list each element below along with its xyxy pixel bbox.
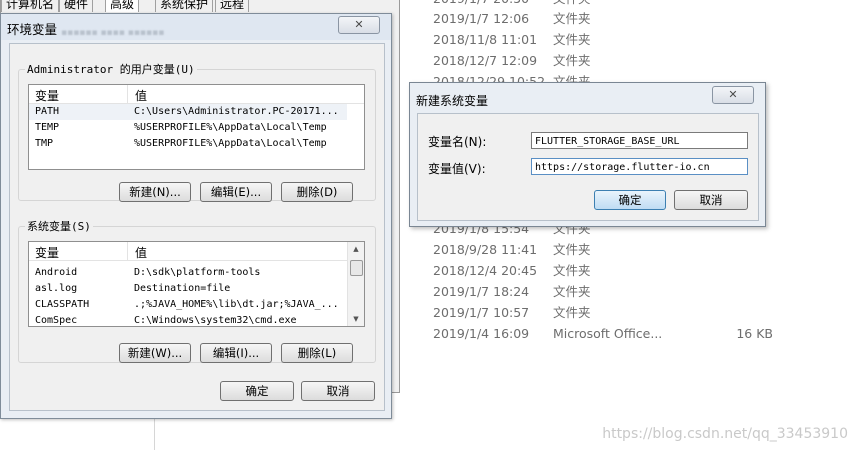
list-item[interactable]: asl.log Destination=file [29, 281, 347, 297]
blurred-title-hint: ▪▪▪▪▪▪ ▪▪▪▪ ▪▪▪▪▪▪ [61, 28, 165, 38]
new-var-titlebar[interactable]: 新建系统变量 ✕ [410, 83, 765, 113]
file-date: 2018/12/7 12:09 [433, 53, 538, 68]
variable-name: asl.log [35, 283, 78, 294]
close-icon: ✕ [354, 18, 364, 31]
file-date: 2019/1/7 18:24 [433, 284, 530, 299]
window-edge-line [154, 416, 155, 450]
column-header-variable[interactable]: 变量 [35, 87, 59, 104]
new-var-close-button[interactable]: ✕ [712, 86, 754, 104]
list-item[interactable]: TEMP %USERPROFILE%\AppData\Local\Temp [29, 120, 347, 136]
variable-name: TEMP [35, 122, 60, 133]
variable-value: Destination=file [134, 283, 231, 294]
file-date: 2018/9/28 11:41 [433, 242, 538, 257]
close-icon: ✕ [728, 88, 738, 101]
variable-name: ComSpec [35, 315, 78, 326]
file-date: 2019/1/4 16:09 [433, 326, 530, 341]
variable-value-input[interactable]: https://storage.flutter-io.cn [531, 158, 748, 175]
column-separator [127, 242, 128, 260]
variable-name: PATH [35, 106, 60, 117]
system-list-scrollbar[interactable]: ▲ ▼ [347, 242, 364, 326]
tab-system-protection[interactable]: 系统保护 [155, 0, 214, 12]
user-variables-label: Administrator 的用户变量(U) [25, 61, 197, 77]
system-variables-list[interactable]: 变量 值 Android D:\sdk\platform-tools asl.l… [28, 241, 365, 327]
column-separator [127, 85, 128, 103]
system-new-button[interactable]: 新建(W)... [119, 343, 191, 363]
file-type: 文件夹 [553, 32, 591, 47]
variable-value: %USERPROFILE%\AppData\Local\Temp [134, 122, 327, 133]
column-header-value[interactable]: 值 [135, 87, 147, 104]
file-date: 2018/11/8 11:01 [433, 32, 538, 47]
system-delete-button[interactable]: 删除(L) [281, 343, 353, 363]
tab-computer-name[interactable]: 计算机名 [1, 0, 60, 12]
file-type: 文件夹 [553, 305, 591, 320]
env-dialog-body: Administrator 的用户变量(U) 变量 值 PATH C:\User… [9, 43, 385, 411]
variable-name-input[interactable]: FLUTTER_STORAGE_BASE_URL [531, 132, 748, 149]
variable-name: TMP [35, 138, 54, 149]
file-type: 文件夹 [553, 263, 591, 278]
variable-name: Android [35, 267, 78, 278]
user-delete-button[interactable]: 删除(D) [281, 182, 353, 202]
user-variables-list[interactable]: 变量 值 PATH C:\Users\Administrator.PC-2017… [28, 84, 365, 170]
env-dialog-titlebar[interactable]: 环境变量 ▪▪▪▪▪▪ ▪▪▪▪ ▪▪▪▪▪▪ ✕ [1, 14, 391, 40]
environment-variables-dialog: 环境变量 ▪▪▪▪▪▪ ▪▪▪▪ ▪▪▪▪▪▪ ✕ Administrator … [0, 13, 392, 419]
scroll-down-icon[interactable]: ▼ [348, 312, 364, 326]
file-date: 2019/1/7 10:57 [433, 305, 530, 320]
file-type: Microsoft Office... [553, 326, 663, 341]
variable-value-label: 变量值(V): [428, 162, 486, 176]
variable-value: C:\Windows\system32\cmd.exe [134, 315, 297, 326]
watermark: https://blog.csdn.net/qq_33453910 [602, 426, 848, 442]
tab-advanced[interactable]: 高级 [105, 0, 140, 12]
variable-name-label: 变量名(N): [428, 135, 487, 149]
tab-strip: 计算机名 硬件 高级 系统保护 远程 [1, 0, 261, 12]
file-type: 文件夹 [553, 0, 703, 9]
file-date: 2019/1/7 12:06 [433, 11, 530, 26]
new-var-dialog-title: 新建系统变量 [416, 94, 489, 108]
variable-value: .;%JAVA_HOME%\lib\dt.jar;%JAVA_... [134, 299, 339, 310]
list-header: 变量 值 [29, 242, 364, 261]
system-variables-label: 系统变量(S) [25, 218, 93, 234]
env-dialog-close-button[interactable]: ✕ [338, 16, 380, 34]
list-item[interactable]: TMP %USERPROFILE%\AppData\Local\Temp [29, 136, 347, 152]
file-type: 文件夹 [553, 53, 591, 68]
file-date: 2019/1/7 20:50 [433, 0, 553, 9]
file-size: 16 KB [736, 326, 773, 341]
column-header-variable[interactable]: 变量 [35, 244, 59, 261]
user-variables-group: Administrator 的用户变量(U) 变量 值 PATH C:\User… [18, 61, 376, 202]
list-header: 变量 值 [29, 85, 364, 104]
env-cancel-button[interactable]: 取消 [301, 381, 375, 401]
file-type: 文件夹 [553, 242, 591, 257]
column-header-value[interactable]: 值 [135, 244, 147, 261]
variable-value: %USERPROFILE%\AppData\Local\Temp [134, 138, 327, 149]
variable-name: CLASSPATH [35, 299, 90, 310]
tab-hardware[interactable]: 硬件 [59, 0, 94, 12]
variable-value: C:\Users\Administrator.PC-20171... [134, 106, 339, 117]
list-item[interactable]: PATH C:\Users\Administrator.PC-20171... [29, 104, 347, 120]
user-edit-button[interactable]: 编辑(E)... [200, 182, 272, 202]
scroll-thumb[interactable] [350, 260, 363, 276]
list-item[interactable]: CLASSPATH .;%JAVA_HOME%\lib\dt.jar;%JAVA… [29, 297, 347, 313]
new-system-variable-dialog: 新建系统变量 ✕ 变量名(N): FLUTTER_STORAGE_BASE_UR… [409, 82, 766, 227]
file-type: 文件夹 [553, 11, 591, 26]
new-var-dialog-body: 变量名(N): FLUTTER_STORAGE_BASE_URL 变量值(V):… [417, 113, 759, 221]
new-var-ok-button[interactable]: 确定 [594, 190, 666, 210]
env-ok-button[interactable]: 确定 [220, 381, 294, 401]
system-variables-group: 系统变量(S) 变量 值 Android D:\sdk\platform-too… [18, 218, 376, 363]
user-new-button[interactable]: 新建(N)... [119, 182, 191, 202]
file-type: 文件夹 [553, 284, 591, 299]
variable-value: D:\sdk\platform-tools [134, 267, 261, 278]
list-item[interactable]: ComSpec C:\Windows\system32\cmd.exe [29, 313, 347, 326]
system-edit-button[interactable]: 编辑(I)... [200, 343, 272, 363]
scroll-up-icon[interactable]: ▲ [348, 242, 364, 256]
file-date: 2018/12/4 20:45 [433, 263, 538, 278]
list-item[interactable]: Android D:\sdk\platform-tools [29, 265, 347, 281]
tab-remote[interactable]: 远程 [215, 0, 250, 12]
new-var-cancel-button[interactable]: 取消 [674, 190, 748, 210]
env-dialog-title: 环境变量 [7, 22, 58, 37]
